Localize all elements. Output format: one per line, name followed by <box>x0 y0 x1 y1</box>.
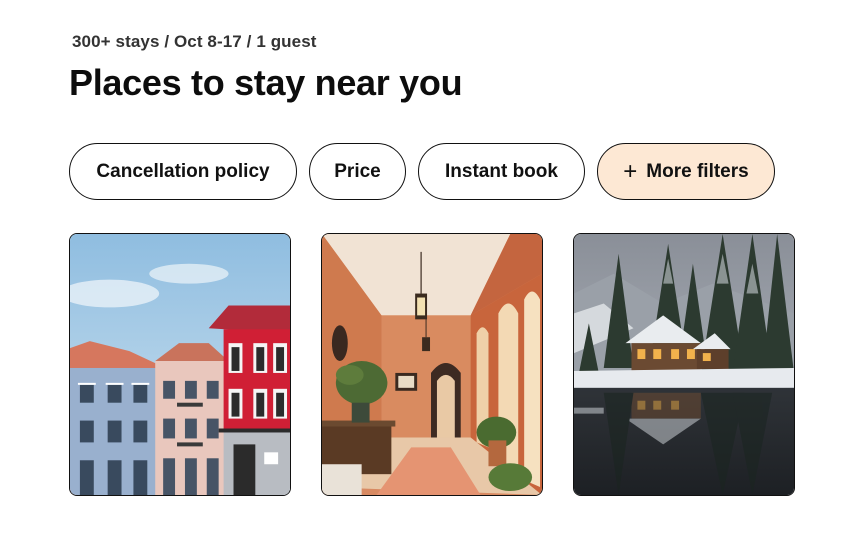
page-title: Places to stay near you <box>69 62 463 103</box>
listing-photo-cabin[interactable] <box>573 233 795 496</box>
listing-photo-hallway[interactable] <box>321 233 543 496</box>
snowy-lake-cabin-photo <box>574 234 794 495</box>
listing-photo-townhouses[interactable] <box>69 233 291 496</box>
terracotta-hallway-photo <box>322 234 542 495</box>
filter-label: Instant book <box>445 160 558 182</box>
filter-label: More filters <box>646 160 749 182</box>
colorful-townhouses-photo <box>70 234 290 495</box>
plus-icon: + <box>623 157 638 185</box>
filter-price-button[interactable]: Price <box>309 143 406 200</box>
more-filters-button[interactable]: + More filters <box>597 143 775 200</box>
filter-label: Price <box>334 160 381 182</box>
filter-instant-book-button[interactable]: Instant book <box>418 143 585 200</box>
filter-cancellation-policy-button[interactable]: Cancellation policy <box>69 143 297 200</box>
filter-label: Cancellation policy <box>96 160 270 182</box>
search-summary: 300+ stays / Oct 8-17 / 1 guest <box>72 32 317 51</box>
